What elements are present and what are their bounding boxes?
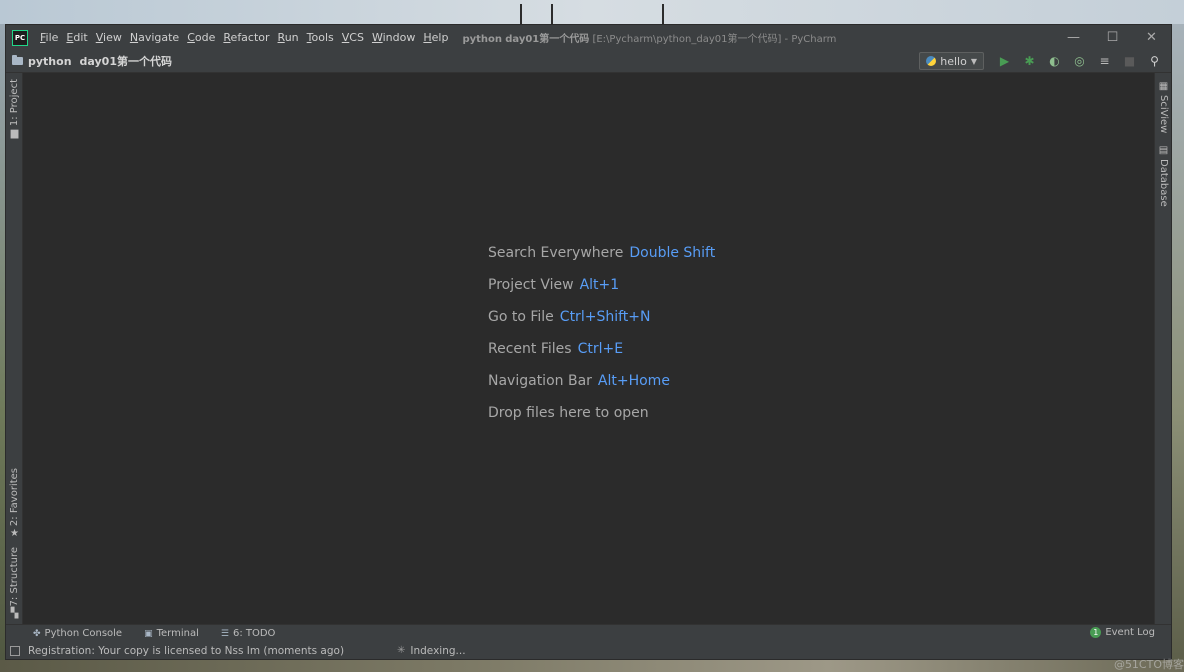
menu-file[interactable]: File [36, 31, 62, 44]
stop-icon[interactable]: ■ [1119, 52, 1140, 70]
menu-refactor[interactable]: Refactor [219, 31, 273, 44]
menu-window[interactable]: Window [368, 31, 419, 44]
shortcut: Double Shift [629, 245, 716, 261]
debug-icon[interactable]: ✱ [1019, 52, 1040, 70]
hint-recent-files: Recent Files Ctrl+E [488, 341, 624, 357]
todo-icon: ☰ [220, 628, 229, 639]
run-configuration-label: hello [940, 54, 967, 68]
tab-label: Terminal [156, 628, 199, 639]
right-tool-strip: ▦ SciView ▤ Database [1154, 73, 1171, 624]
menu-vcs[interactable]: VCS [338, 31, 368, 44]
database-icon: ▤ [1158, 145, 1169, 156]
navigation-bar: python day01第一个代码 hello ▼ ▶ ✱ ◐ ◎ ≡ ■ ⚲ [6, 50, 1171, 73]
tool-window-label: 2: Favorites [9, 468, 20, 527]
editor-hints: Search Everywhere Double Shift Project Vi… [488, 245, 715, 437]
menu-help[interactable]: Help [419, 31, 452, 44]
hint-project-view: Project View Alt+1 [488, 277, 620, 293]
desktop-sky [0, 0, 1184, 24]
pycharm-logo-icon[interactable]: PC [12, 29, 28, 46]
minimize-button[interactable]: — [1054, 25, 1093, 50]
editor-empty-area[interactable]: Search Everywhere Double Shift Project Vi… [23, 73, 1154, 624]
antenna-pole [520, 4, 522, 24]
left-tool-strip: 1: Project ▆ 2: Favorites ★ 7: Structure… [6, 73, 23, 624]
pycharm-window: PC File Edit View Navigate Code Refactor… [5, 24, 1172, 660]
main-toolbar: hello ▼ ▶ ✱ ◐ ◎ ≡ ■ ⚲ [919, 52, 1165, 70]
folder-icon: ▆ [10, 128, 19, 140]
folder-icon [12, 55, 23, 65]
tool-window-sciview[interactable]: ▦ SciView [1155, 79, 1172, 134]
hint-search-everywhere: Search Everywhere Double Shift [488, 245, 716, 261]
tool-window-structure[interactable]: 7: Structure ▚ [6, 547, 23, 622]
watermark: @51CTO博客 [1113, 658, 1184, 671]
ide-body: 1: Project ▆ 2: Favorites ★ 7: Structure… [6, 73, 1171, 624]
tool-window-label: SciView [1158, 95, 1169, 134]
breadcrumb-project[interactable]: python [28, 55, 72, 68]
sciview-icon: ▦ [1158, 81, 1169, 92]
hint-drop-files: Drop files here to open [488, 405, 649, 421]
run-icon[interactable]: ▶ [994, 52, 1015, 70]
status-message[interactable]: Registration: Your copy is licensed to N… [28, 645, 344, 657]
status-bar: Registration: Your copy is licensed to N… [6, 642, 1171, 659]
tab-label: 6: TODO [232, 628, 276, 639]
tool-window-favorites[interactable]: 2: Favorites ★ [6, 468, 23, 542]
shortcut: Alt+1 [579, 277, 620, 293]
event-log-button[interactable]: 1 Event Log [1090, 627, 1155, 638]
spinner-icon: ✳ [397, 645, 406, 656]
search-everywhere-icon[interactable]: ⚲ [1144, 52, 1165, 70]
menu-code[interactable]: Code [183, 31, 219, 44]
window-title-suffix: [E:\Pycharm\python_day01第一个代码] - PyCharm [592, 34, 837, 45]
menu-view[interactable]: View [92, 31, 126, 44]
python-icon [926, 56, 937, 66]
coverage-icon[interactable]: ◐ [1044, 52, 1065, 70]
menu-run[interactable]: Run [274, 31, 303, 44]
event-count-badge: 1 [1090, 627, 1102, 638]
menu-bar: File Edit View Navigate Code Refactor Ru… [36, 31, 452, 44]
window-controls: — ☐ ✕ [1054, 25, 1171, 50]
event-log-label: Event Log [1105, 627, 1155, 638]
run-configuration-select[interactable]: hello ▼ [919, 52, 984, 70]
hint-navigation-bar: Navigation Bar Alt+Home [488, 373, 670, 389]
indexing-indicator[interactable]: ✳ Indexing... [397, 645, 466, 657]
tool-window-database[interactable]: ▤ Database [1155, 143, 1172, 207]
indexing-label: Indexing... [410, 644, 466, 657]
window-title-project: python [462, 34, 503, 45]
toggle-tool-windows-icon[interactable] [10, 645, 20, 656]
tool-window-label: 1: Project [9, 79, 20, 127]
title-bar: PC File Edit View Navigate Code Refactor… [6, 25, 1171, 50]
menu-tools[interactable]: Tools [303, 31, 338, 44]
terminal-icon: ▣ [144, 628, 153, 639]
star-icon: ★ [10, 528, 19, 540]
window-title: python day01第一个代码 [E:\Pycharm\python_day… [462, 30, 836, 45]
desktop-edge-right [1172, 24, 1184, 672]
concurrency-icon[interactable]: ≡ [1094, 52, 1115, 70]
breadcrumb: python day01第一个代码 [12, 53, 172, 69]
chevron-down-icon: ▼ [970, 56, 977, 66]
tab-label: Python Console [44, 628, 123, 639]
window-title-folder: day01第一个代码 [505, 34, 590, 45]
menu-navigate[interactable]: Navigate [126, 31, 183, 44]
python-console-icon: ✤ [33, 628, 41, 639]
structure-icon: ▚ [10, 608, 19, 620]
tab-terminal[interactable]: ▣ Terminal [144, 628, 199, 639]
profile-icon[interactable]: ◎ [1069, 52, 1090, 70]
maximize-button[interactable]: ☐ [1093, 25, 1132, 50]
tab-python-console[interactable]: ✤ Python Console [33, 628, 122, 639]
tool-window-label: Database [1158, 159, 1169, 207]
shortcut: Ctrl+E [577, 341, 624, 357]
antenna-pole [551, 4, 553, 24]
breadcrumb-folder[interactable]: day01第一个代码 [80, 53, 172, 69]
tool-window-label: 7: Structure [9, 547, 20, 607]
shortcut: Alt+Home [597, 373, 670, 389]
bottom-tool-tabs: ✤ Python Console ▣ Terminal ☰ 6: TODO 1 … [6, 624, 1171, 642]
tool-window-project[interactable]: 1: Project ▆ [6, 79, 23, 142]
menu-edit[interactable]: Edit [62, 31, 91, 44]
close-button[interactable]: ✕ [1132, 25, 1171, 50]
antenna-pole [662, 4, 664, 24]
desktop-edge-bottom [0, 660, 1184, 672]
tab-todo[interactable]: ☰ 6: TODO [221, 628, 276, 639]
shortcut: Ctrl+Shift+N [559, 309, 651, 325]
hint-go-to-file: Go to File Ctrl+Shift+N [488, 309, 651, 325]
